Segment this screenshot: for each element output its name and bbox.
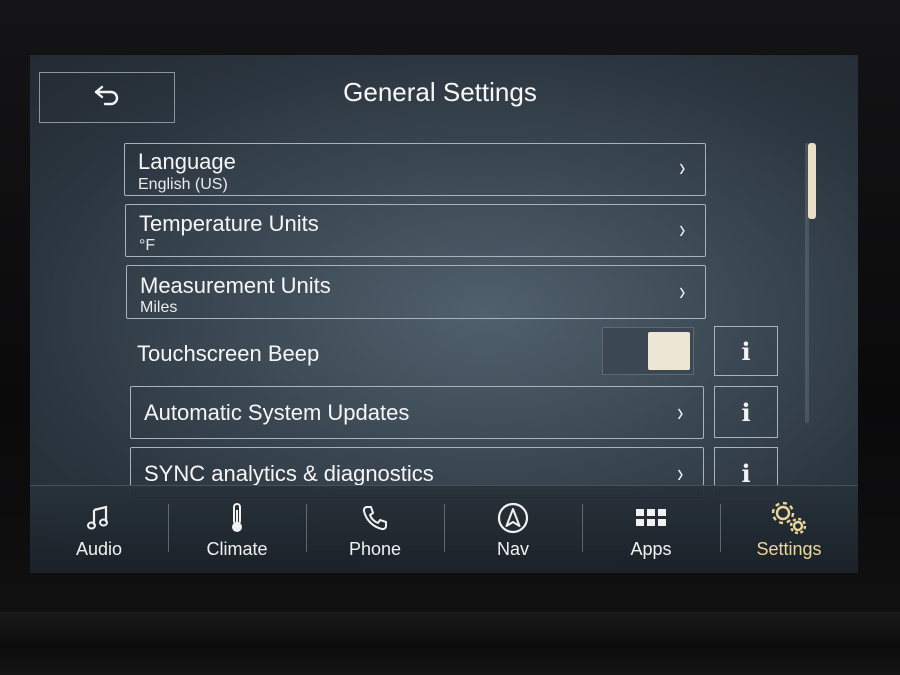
setting-label: Touchscreen Beep [137, 341, 320, 366]
info-button-touchscreen-beep[interactable]: i [714, 326, 778, 376]
thermometer-icon [229, 501, 245, 535]
setting-value: English (US) [138, 176, 228, 193]
nav-label: Climate [206, 538, 268, 559]
bezel-bottom [0, 612, 900, 675]
setting-automatic-system-updates[interactable]: Automatic System Updates › [130, 386, 704, 439]
setting-label: Temperature Units [139, 211, 319, 236]
info-icon: i [741, 336, 751, 366]
back-button[interactable] [39, 72, 175, 123]
info-button-automatic-updates[interactable]: i [714, 386, 778, 438]
setting-measurement-units[interactable]: Measurement Units Miles › [126, 265, 706, 319]
setting-value: °F [139, 237, 156, 254]
nav-item-nav[interactable]: Nav [444, 486, 582, 573]
chevron-right-icon: › [677, 397, 684, 427]
setting-label: SYNC analytics & diagnostics [144, 461, 434, 486]
chevron-right-icon: › [679, 214, 686, 244]
nav-label: Audio [75, 538, 123, 559]
navigation-icon [497, 501, 529, 535]
back-arrow-icon [93, 82, 121, 113]
apps-grid-icon [635, 501, 667, 535]
nav-label: Apps [630, 538, 672, 559]
scrollbar-thumb[interactable] [808, 143, 816, 219]
setting-temperature-units[interactable]: Temperature Units °F › [125, 204, 706, 257]
nav-item-phone[interactable]: Phone [306, 486, 444, 573]
setting-label: Language [138, 149, 236, 174]
gears-icon [769, 501, 809, 535]
setting-label: Automatic System Updates [144, 400, 410, 425]
nav-item-audio[interactable]: Audio [30, 486, 168, 573]
nav-item-apps[interactable]: Apps [582, 486, 720, 573]
nav-item-climate[interactable]: Climate [168, 486, 306, 573]
info-icon: i [741, 458, 751, 488]
setting-touchscreen-beep: Touchscreen Beep [137, 341, 319, 367]
chevron-right-icon: › [679, 152, 686, 182]
setting-value: Miles [140, 299, 178, 316]
touchscreen-beep-toggle[interactable] [602, 327, 694, 375]
phone-icon [361, 501, 389, 535]
nav-item-settings[interactable]: Settings [720, 486, 858, 573]
nav-label: Phone [348, 538, 402, 559]
toggle-knob [648, 332, 690, 370]
music-note-icon [87, 501, 111, 535]
bottom-nav-bar: Audio Climate Phone Nav Apps Settings [30, 485, 858, 573]
nav-label: Nav [496, 538, 529, 559]
info-icon: i [741, 397, 751, 427]
page-title: General Settings [343, 77, 537, 107]
nav-label: Settings [756, 538, 822, 559]
chevron-right-icon: › [679, 276, 686, 306]
setting-language[interactable]: Language English (US) › [124, 143, 706, 196]
touchscreen: General Settings Language English (US) ›… [30, 55, 858, 573]
setting-label: Measurement Units [140, 273, 331, 298]
